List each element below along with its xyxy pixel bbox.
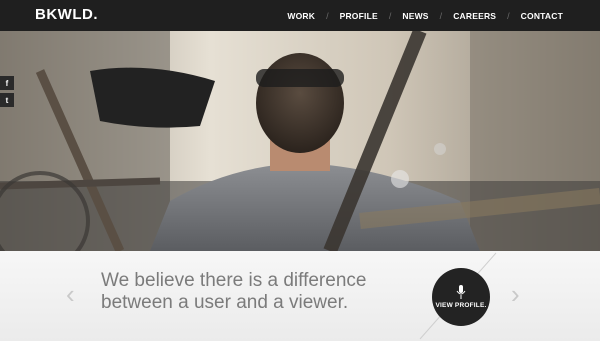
nav-link-work[interactable]: WORK	[287, 11, 315, 21]
nav-link-contact[interactable]: CONTACT	[521, 11, 563, 21]
nav-separator: /	[439, 10, 443, 21]
hero-image: f t	[0, 31, 600, 251]
nav-separator: /	[388, 10, 392, 21]
main-nav: WORK / PROFILE / NEWS / CAREERS / CONTAC…	[287, 0, 563, 31]
nav-link-profile[interactable]: PROFILE	[340, 11, 378, 21]
facebook-icon[interactable]: f	[0, 76, 14, 90]
tagline: We believe there is a difference between…	[101, 270, 401, 314]
view-profile-button[interactable]: VIEW PROFILE.	[432, 268, 490, 326]
nav-link-careers[interactable]: CAREERS	[453, 11, 496, 21]
nav-link-news[interactable]: NEWS	[402, 11, 428, 21]
top-navigation-bar: BKWLD. WORK / PROFILE / NEWS / CAREERS /…	[0, 0, 600, 31]
chevron-right-icon[interactable]: ›	[511, 281, 520, 307]
site-logo[interactable]: BKWLD.	[35, 6, 98, 23]
nav-separator: /	[507, 10, 510, 21]
tagline-line-2: between a user and a viewer.	[101, 292, 349, 313]
chevron-left-icon[interactable]: ‹	[66, 281, 75, 307]
twitter-icon[interactable]: t	[0, 93, 14, 107]
callout-section: ‹ We believe there is a difference betwe…	[0, 251, 600, 341]
view-profile-label: VIEW PROFILE.	[435, 302, 487, 309]
social-links: f t	[0, 76, 14, 110]
hero-photo	[0, 31, 600, 251]
microphone-icon	[456, 285, 466, 299]
nav-separator: /	[326, 10, 329, 21]
tagline-line-1: We believe there is a difference	[101, 270, 367, 291]
